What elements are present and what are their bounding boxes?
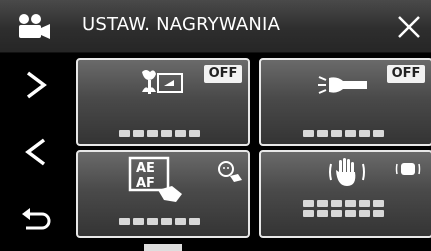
svg-text:AE: AE <box>136 161 155 176</box>
tele-macro-tile[interactable]: OFF <box>76 58 250 146</box>
touch-ae-af-icon: AE AF <box>128 156 182 202</box>
video-camera-icon <box>19 14 50 39</box>
next-page-button[interactable] <box>0 60 72 110</box>
return-icon <box>22 208 51 230</box>
video-light-tile[interactable]: OFF <box>259 58 431 146</box>
image-stabilizer-tile[interactable] <box>259 150 431 238</box>
chevron-right-icon <box>26 71 47 99</box>
previous-page-button[interactable] <box>0 127 72 177</box>
return-button[interactable] <box>0 195 72 245</box>
setting-label-placeholder <box>303 130 384 137</box>
header-bar: USTAW. NAGRYWANIA <box>0 0 431 53</box>
image-stabilizer-icon <box>329 158 365 186</box>
face-priority-icon <box>218 161 242 182</box>
setting-option-grid <box>303 200 384 217</box>
scroll-indicator[interactable] <box>144 244 182 251</box>
close-icon[interactable] <box>396 14 422 40</box>
image-stabilizer-small-icon <box>395 163 421 175</box>
side-navigation <box>0 53 72 251</box>
off-badge: OFF <box>387 65 425 83</box>
tele-macro-icon <box>142 70 183 94</box>
chevron-left-icon <box>25 138 46 166</box>
setting-label-placeholder <box>119 218 200 225</box>
setting-label-placeholder <box>119 130 200 137</box>
page-title: USTAW. NAGRYWANIA <box>82 14 281 35</box>
svg-text:AF: AF <box>136 176 155 191</box>
touch-ae-af-tile[interactable]: AE AF <box>76 150 250 238</box>
off-badge: OFF <box>204 65 242 83</box>
video-light-icon <box>318 76 367 94</box>
